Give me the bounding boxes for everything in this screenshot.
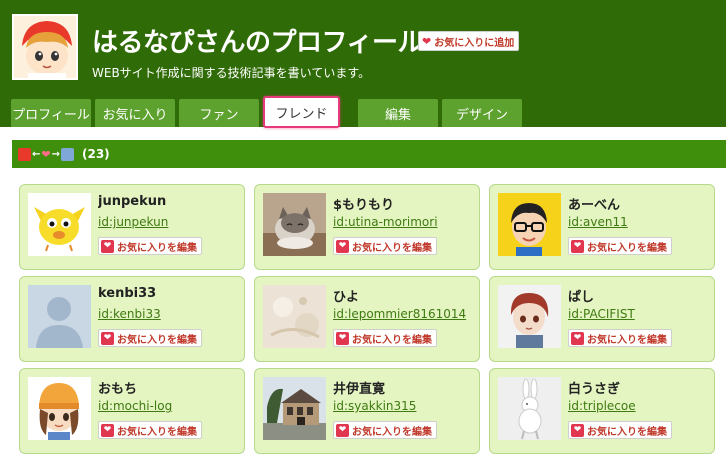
profile-avatar[interactable] xyxy=(12,14,78,80)
heart-icon: ❤ xyxy=(571,331,584,345)
edit-favorite-label: お気に入りを編集 xyxy=(352,334,432,346)
beanie-girl-avatar[interactable] xyxy=(28,377,91,440)
default-silhouette-avatar[interactable] xyxy=(28,285,91,348)
edit-favorite-button[interactable]: ❤ お気に入りを編集 xyxy=(98,421,202,439)
edit-favorite-label: お気に入りを編集 xyxy=(587,426,667,438)
friend-name: ひよ xyxy=(333,290,360,305)
friend-name: 井伊直寛 xyxy=(333,382,386,397)
edit-favorite-label: お気に入りを編集 xyxy=(117,242,197,254)
friend-name: おもち xyxy=(98,382,138,397)
friend-card: ぱし id:PACIFIST ❤ お気に入りを編集 xyxy=(489,276,715,362)
glasses-man-avatar[interactable] xyxy=(498,193,561,256)
edit-favorite-label: お気に入りを編集 xyxy=(352,242,432,254)
edit-favorite-label: お気に入りを編集 xyxy=(587,242,667,254)
tab-design[interactable]: デザイン xyxy=(442,99,522,127)
friend-card: kenbi33 id:kenbi33 ❤ お気に入りを編集 xyxy=(19,276,245,362)
edit-favorite-label: お気に入りを編集 xyxy=(117,334,197,346)
edit-favorite-label: お気に入りを編集 xyxy=(117,426,197,438)
add-to-favorites-button[interactable]: ❤ お気に入りに追加 xyxy=(418,31,520,51)
tab-profile[interactable]: プロフィール xyxy=(11,99,91,127)
edit-favorite-label: お気に入りを編集 xyxy=(352,426,432,438)
tab-favorites[interactable]: お気に入り xyxy=(95,99,175,127)
heart-icon: ❤ xyxy=(336,331,349,345)
building-photo-avatar[interactable] xyxy=(263,377,326,440)
friend-card: あーべん id:aven11 ❤ お気に入りを編集 xyxy=(489,184,715,270)
edit-favorite-button[interactable]: ❤ お気に入りを編集 xyxy=(333,421,437,439)
heart-icon: ❤ xyxy=(101,423,114,437)
heart-icon: ❤ xyxy=(571,423,584,437)
profile-header: はるなぴさんのプロフィール ❤ お気に入りに追加 WEBサイト作成に関する技術記… xyxy=(0,0,726,128)
friend-card: 井伊直寛 id:syakkin315 ❤ お気に入りを編集 xyxy=(254,368,480,454)
friend-relation-icons: ← ❤ → xyxy=(18,147,74,161)
edit-favorite-button[interactable]: ❤ お気に入りを編集 xyxy=(568,237,672,255)
friend-card: $もりもり id:utina-morimori ❤ お気に入りを編集 xyxy=(254,184,480,270)
page-title: はるなぴさんのプロフィール xyxy=(92,28,423,58)
friend-id-link[interactable]: id:junpekun xyxy=(98,215,243,229)
tab-friends[interactable]: フレンド xyxy=(263,96,340,128)
friend-card: 白うさぎ id:triplecoe ❤ お気に入りを編集 xyxy=(489,368,715,454)
friend-card: おもち id:mochi-log ❤ お気に入りを編集 xyxy=(19,368,245,454)
red-hair-figure-avatar[interactable] xyxy=(498,285,561,348)
pale-texture-avatar[interactable] xyxy=(263,285,326,348)
heart-icon: ❤ xyxy=(101,239,114,253)
heart-icon: ❤ xyxy=(571,239,584,253)
yellow-bird-avatar[interactable] xyxy=(28,193,91,256)
friend-id-link[interactable]: id:triplecoe xyxy=(568,399,713,413)
tab-edit[interactable]: 編集 xyxy=(358,99,438,127)
friend-avatar-mini-icon xyxy=(61,147,74,161)
own-avatar-mini-icon xyxy=(18,147,31,161)
friend-id-link[interactable]: id:aven11 xyxy=(568,215,713,229)
friend-id-link[interactable]: id:mochi-log xyxy=(98,399,243,413)
friend-id-link[interactable]: id:utina-morimori xyxy=(333,215,478,229)
cat-photo-avatar[interactable] xyxy=(263,193,326,256)
friend-name: kenbi33 xyxy=(98,286,157,301)
friend-id-link[interactable]: id:syakkin315 xyxy=(333,399,478,413)
friend-card: junpekun id:junpekun ❤ お気に入りを編集 xyxy=(19,184,245,270)
edit-favorite-label: お気に入りを編集 xyxy=(587,334,667,346)
edit-favorite-button[interactable]: ❤ お気に入りを編集 xyxy=(568,421,672,439)
edit-favorite-button[interactable]: ❤ お気に入りを編集 xyxy=(98,329,202,347)
friend-name: $もりもり xyxy=(333,198,395,213)
friend-name: 白うさぎ xyxy=(568,382,621,397)
friends-bar: ← ❤ → (23) xyxy=(12,140,726,168)
edit-favorite-button[interactable]: ❤ お気に入りを編集 xyxy=(568,329,672,347)
heart-icon: ❤ xyxy=(101,331,114,345)
friend-id-link[interactable]: id:PACIFIST xyxy=(568,307,713,321)
right-arrow-icon: → xyxy=(51,148,60,160)
friend-name: ぱし xyxy=(568,290,595,305)
tab-fans[interactable]: ファン xyxy=(179,99,259,127)
friend-name: junpekun xyxy=(98,194,167,209)
heart-icon: ❤ xyxy=(422,34,432,48)
profile-description: WEBサイト作成に関する技術記事を書いています。 xyxy=(92,66,371,80)
friend-count: (23) xyxy=(82,147,110,161)
edit-favorite-button[interactable]: ❤ お気に入りを編集 xyxy=(333,329,437,347)
friend-id-link[interactable]: id:lepommier8161014 xyxy=(333,307,478,321)
heart-icon: ❤ xyxy=(41,147,51,161)
heart-icon: ❤ xyxy=(336,239,349,253)
white-rabbit-avatar[interactable] xyxy=(498,377,561,440)
friend-id-link[interactable]: id:kenbi33 xyxy=(98,307,243,321)
edit-favorite-button[interactable]: ❤ お気に入りを編集 xyxy=(98,237,202,255)
edit-favorite-button[interactable]: ❤ お気に入りを編集 xyxy=(333,237,437,255)
heart-icon: ❤ xyxy=(336,423,349,437)
friend-card: ひよ id:lepommier8161014 ❤ お気に入りを編集 xyxy=(254,276,480,362)
left-arrow-icon: ← xyxy=(32,148,41,160)
add-to-favorites-label: お気に入りに追加 xyxy=(434,37,515,49)
friend-name: あーべん xyxy=(568,198,621,213)
